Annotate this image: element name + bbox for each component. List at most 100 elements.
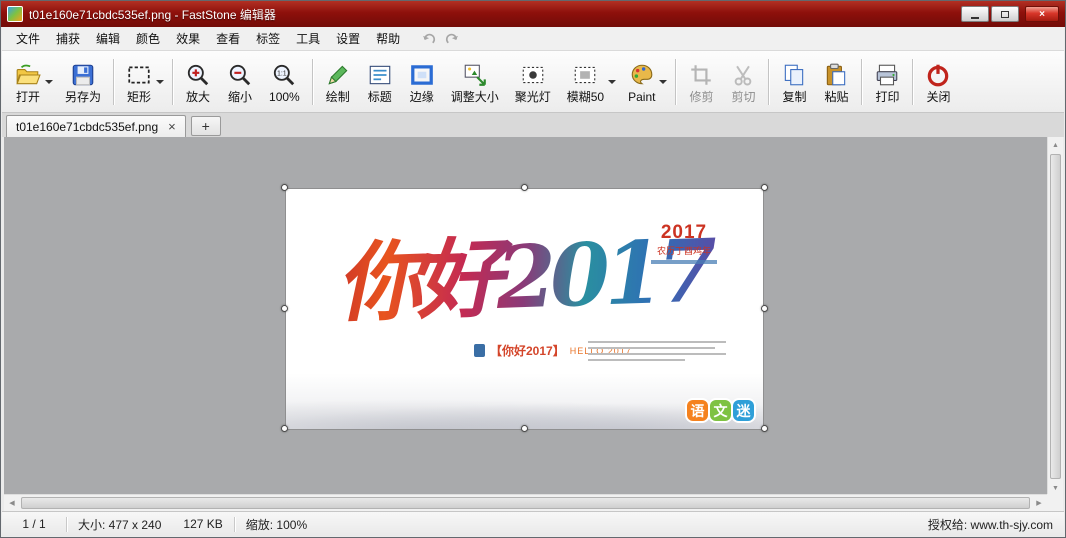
scroll-left-icon[interactable]: ◀ [4,495,20,511]
draw-label: 绘制 [326,91,350,104]
minimize-icon [971,17,979,19]
copy-button[interactable]: 复制 [773,56,815,108]
image-year-block: 2017 农历丁酉鸡年 [651,223,717,264]
statusbar: 1 / 1 大小: 477 x 240 127 KB 缩放: 100% 授权给:… [2,511,1064,536]
power-close-icon [925,62,951,88]
app-window: t01e160e71cbdc535ef.png - FastStone 编辑器 … [0,0,1066,538]
menu-edit[interactable]: 编辑 [88,27,128,50]
menu-capture[interactable]: 捕获 [48,27,88,50]
selection-handle-top-left[interactable] [281,184,288,191]
new-tab-button[interactable]: + [191,116,221,136]
print-label: 打印 [875,91,899,104]
toolbar: 打开 另存为 矩形 放大 缩 [2,51,1064,113]
image-lunar-text: 农历丁酉鸡年 [651,244,717,257]
menu-effects[interactable]: 效果 [168,27,208,50]
caption-button[interactable]: 标题 [359,56,401,108]
resize-button[interactable]: 调整大小 [443,56,507,108]
print-button[interactable]: 打印 [866,56,908,108]
redo-icon[interactable] [442,30,462,48]
menu-tools[interactable]: 工具 [288,27,328,50]
draw-button[interactable]: 绘制 [317,56,359,108]
horizontal-scroll-thumb[interactable] [21,497,1030,509]
printer-icon [874,62,900,88]
save-as-label: 另存为 [65,91,101,104]
paint-palette-icon [629,62,655,88]
paint-dropdown-icon[interactable] [659,80,667,84]
close-window-button[interactable]: × [1025,6,1059,22]
status-file-size: 127 KB [172,516,233,533]
paste-icon [823,62,849,88]
spotlight-button[interactable]: 聚光灯 [507,56,559,108]
paint-label: Paint [628,91,655,104]
titlebar[interactable]: t01e160e71cbdc535ef.png - FastStone 编辑器 … [1,1,1065,27]
menubar: 文件 捕获 编辑 颜色 效果 查看 标签 工具 设置 帮助 [2,27,1064,51]
toolbar-separator [312,59,313,105]
selection-handle-middle-right[interactable] [761,305,768,312]
selection-handle-middle-left[interactable] [281,305,288,312]
zoom-in-button[interactable]: 放大 [177,56,219,108]
open-dropdown-icon[interactable] [45,80,53,84]
image-content[interactable]: 你好2017 2017 农历丁酉鸡年 【你好2017】 HELLO 2017 [286,189,763,429]
scroll-up-icon[interactable]: ▲ [1048,137,1063,153]
editor-canvas[interactable]: 你好2017 2017 农历丁酉鸡年 【你好2017】 HELLO 2017 [4,137,1047,496]
vertical-scrollbar[interactable]: ▲ ▼ [1047,137,1063,496]
paint-button[interactable]: Paint [620,56,671,108]
minimize-button[interactable] [961,6,989,22]
tab-label: t01e160e71cbdc535ef.png [16,120,158,134]
logo-char-2: 文 [710,400,731,421]
zoom-out-button[interactable]: 缩小 [219,56,261,108]
edge-button[interactable]: 边缘 [401,56,443,108]
logo-char-3: 迷 [733,400,754,421]
zoom-100-button[interactable]: 1:1 100% [261,56,308,108]
menu-settings[interactable]: 设置 [328,27,368,50]
toolbar-separator [113,59,114,105]
undo-icon[interactable] [418,30,438,48]
window-title: t01e160e71cbdc535ef.png - FastStone 编辑器 [29,6,276,23]
menu-file[interactable]: 文件 [8,27,48,50]
selection-handle-top-right[interactable] [761,184,768,191]
zoom-in-icon [185,62,211,88]
toolbar-separator [768,59,769,105]
selected-image[interactable]: 你好2017 2017 农历丁酉鸡年 【你好2017】 HELLO 2017 [286,189,763,429]
selection-handle-bottom-left[interactable] [281,425,288,432]
tabbar: t01e160e71cbdc535ef.png × + [2,113,1064,137]
scroll-right-icon[interactable]: ▶ [1031,495,1047,511]
open-button[interactable]: 打开 [7,56,57,108]
maximize-icon [1001,11,1009,18]
scissors-icon [730,62,756,88]
resize-label: 调整大小 [451,91,499,104]
rectangle-select-button[interactable]: 矩形 [118,56,168,108]
tab-active[interactable]: t01e160e71cbdc535ef.png × [6,115,186,137]
cut-label: 剪切 [731,91,755,104]
menu-view[interactable]: 查看 [208,27,248,50]
selection-handle-bottom-right[interactable] [761,425,768,432]
menu-help[interactable]: 帮助 [368,27,408,50]
paste-button[interactable]: 粘贴 [815,56,857,108]
menu-colors[interactable]: 颜色 [128,27,168,50]
zoom-level-label: 100% [269,91,300,104]
zoom-100-icon: 1:1 [271,62,297,88]
status-license-text: 授权给: www.th-sjy.com [917,516,1064,533]
rectangle-dropdown-icon[interactable] [156,80,164,84]
zoom-in-label: 放大 [186,91,210,104]
copy-label: 复制 [782,91,806,104]
selection-handle-top-middle[interactable] [521,184,528,191]
resize-icon [462,62,488,88]
spotlight-icon [520,62,546,88]
menu-tags[interactable]: 标签 [248,27,288,50]
tab-close-icon[interactable]: × [168,120,176,133]
crop-icon [688,62,714,88]
selection-handle-bottom-middle[interactable] [521,425,528,432]
status-image-dimensions: 大小: 477 x 240 [67,516,172,533]
maximize-button[interactable] [991,6,1019,22]
horizontal-scrollbar[interactable]: ◀ ▶ [4,494,1047,511]
close-editor-button[interactable]: 关闭 [917,56,959,108]
blur-button[interactable]: 模糊50 [559,56,620,108]
vertical-scroll-thumb[interactable] [1050,154,1061,479]
save-icon [70,62,96,88]
blur-dropdown-icon[interactable] [608,80,616,84]
toolbar-separator [861,59,862,105]
save-as-button[interactable]: 另存为 [57,56,109,108]
image-caption-cn: 【你好2017】 [490,342,565,359]
open-folder-icon [15,62,41,88]
